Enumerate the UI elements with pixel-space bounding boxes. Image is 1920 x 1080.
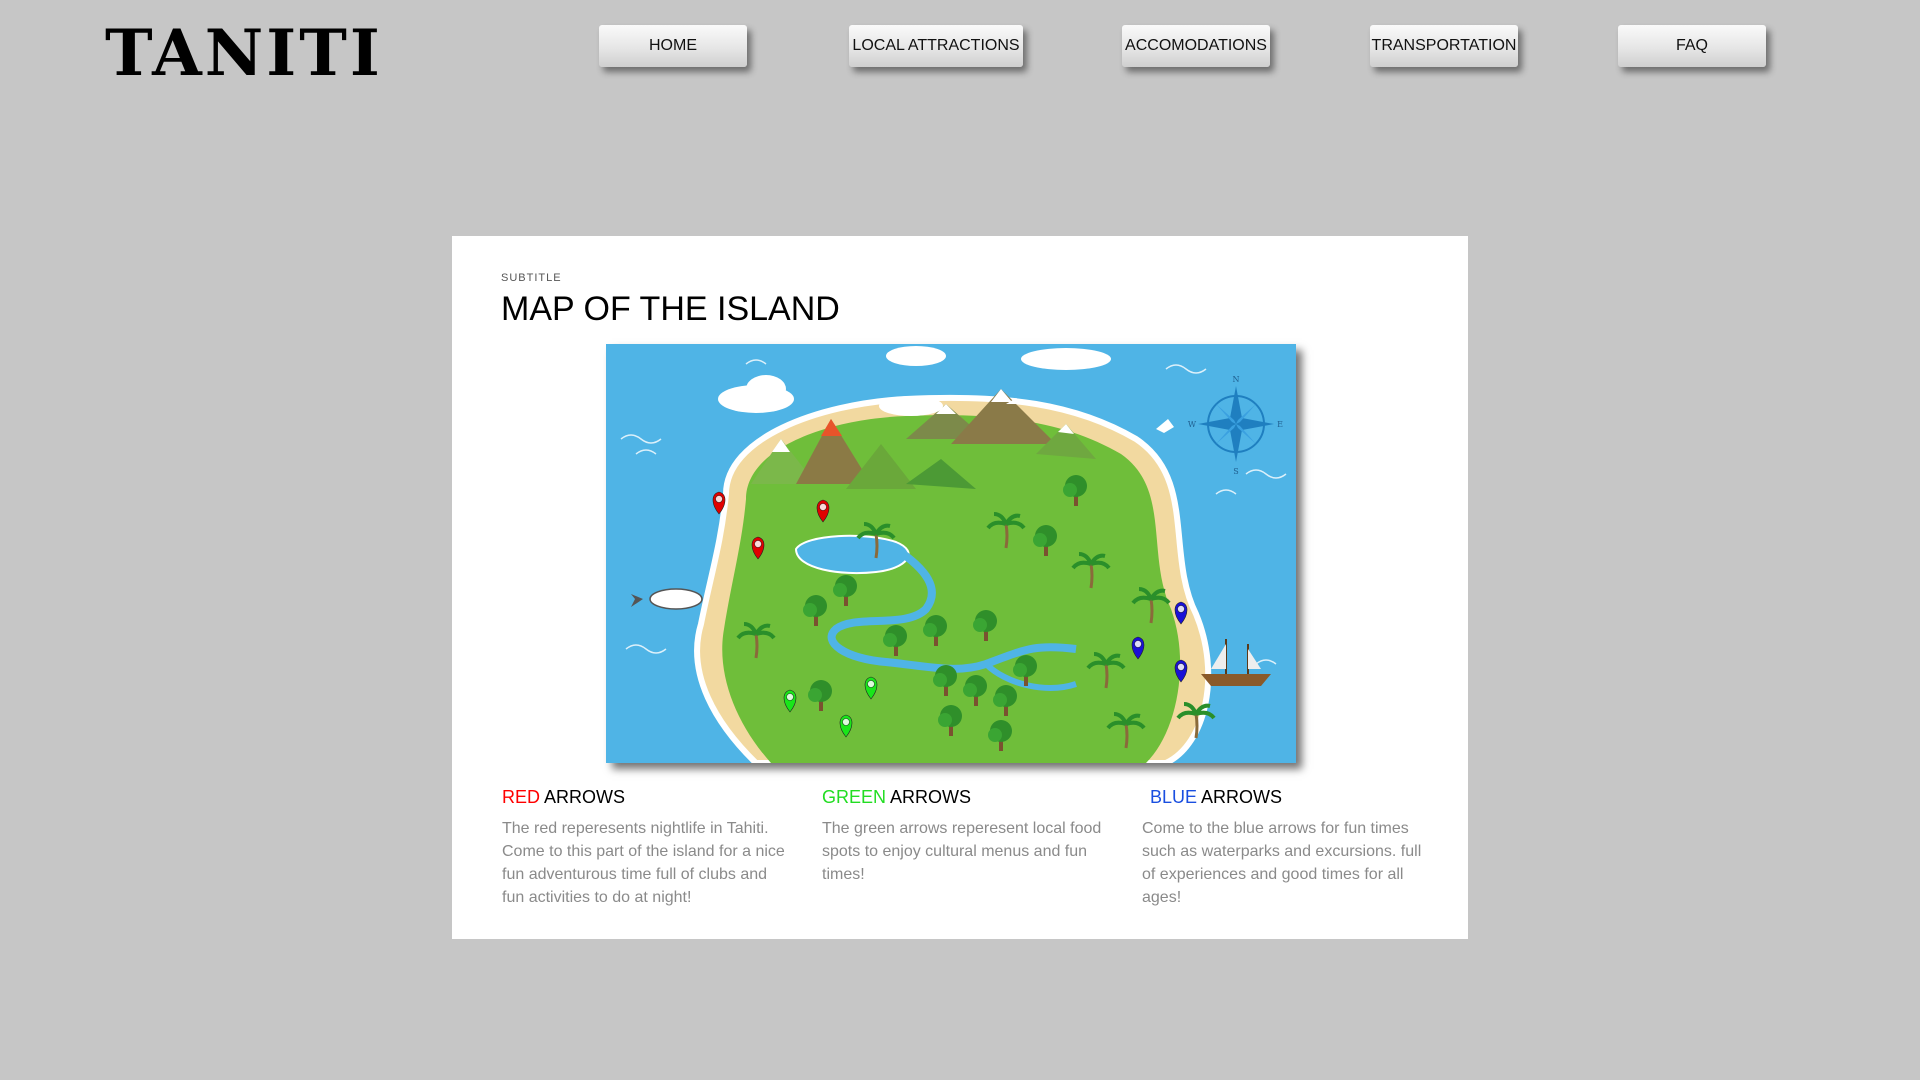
nav-home-button[interactable]: HOME bbox=[599, 25, 747, 67]
legend-red-arrows-word: ARROWS bbox=[544, 787, 626, 807]
legend-red-color-word: RED bbox=[502, 787, 541, 807]
card-subtitle: SUBTITLE bbox=[501, 272, 562, 284]
legend-blue-color-word: BLUE bbox=[1150, 787, 1198, 807]
card-title: MAP OF THE ISLAND bbox=[501, 290, 840, 328]
nav-local-attractions-button[interactable]: LOCAL ATTRACTIONS bbox=[849, 25, 1023, 67]
nav-accomodations-button[interactable]: ACCOMODATIONS bbox=[1122, 25, 1270, 67]
nav-transportation-button[interactable]: TRANSPORTATION bbox=[1370, 25, 1518, 67]
legend-green-color-word: GREEN bbox=[822, 787, 887, 807]
content-card: SUBTITLE MAP OF THE ISLAND N S E W RED A… bbox=[452, 236, 1468, 939]
svg-text:N: N bbox=[1233, 375, 1240, 384]
legend-red-heading: RED ARROWS bbox=[502, 787, 792, 809]
nav-faq-button[interactable]: FAQ bbox=[1618, 25, 1766, 67]
svg-text:S: S bbox=[1233, 467, 1238, 476]
page: TANITI HOME LOCAL ATTRACTIONS ACCOMODATI… bbox=[0, 0, 1920, 1080]
legend-red-text: The red reperesents nightlife in Tahiti.… bbox=[502, 820, 785, 906]
legend-red: RED ARROWS The red reperesents nightlife… bbox=[502, 787, 792, 909]
legend-blue-text: Come to the blue arrows for fun times su… bbox=[1142, 820, 1422, 906]
island-map[interactable]: N S E W bbox=[606, 344, 1296, 763]
legend-blue-arrows-word: ARROWS bbox=[1201, 787, 1283, 807]
legend-green-text: The green arrows reperesent local food s… bbox=[822, 820, 1102, 883]
svg-text:E: E bbox=[1277, 420, 1283, 429]
legend-green: GREEN ARROWS The green arrows reperesent… bbox=[822, 787, 1112, 886]
legend-blue: BLUE ARROWS Come to the blue arrows for … bbox=[1142, 787, 1432, 909]
legend-green-arrows-word: ARROWS bbox=[890, 787, 972, 807]
svg-text:W: W bbox=[1188, 420, 1197, 429]
legend-green-heading: GREEN ARROWS bbox=[822, 787, 1112, 809]
legend-blue-heading: BLUE ARROWS bbox=[1142, 787, 1432, 809]
site-logo[interactable]: TANITI bbox=[105, 16, 383, 91]
island-map-illustration: N S E W bbox=[606, 344, 1296, 763]
